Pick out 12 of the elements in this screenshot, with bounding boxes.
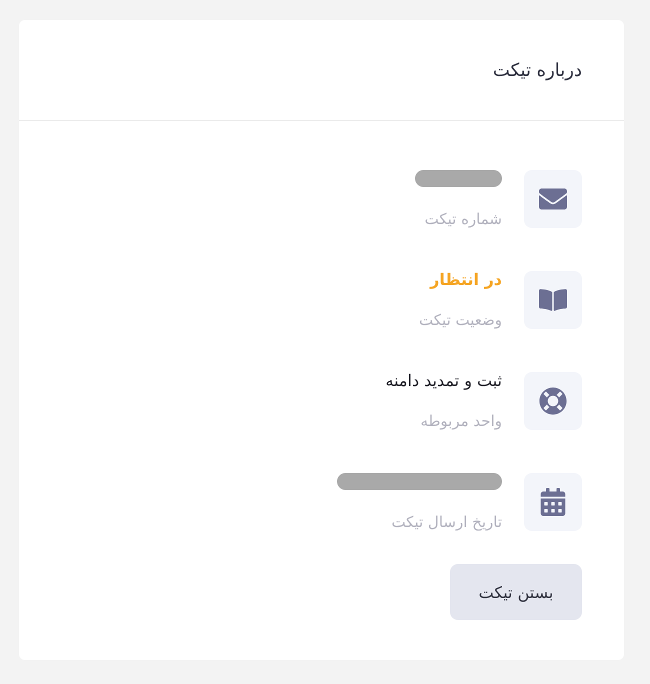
life-ring-icon	[524, 372, 582, 430]
card-title: درباره تیکت	[492, 60, 582, 80]
close-ticket-button[interactable]: بستن تیکت	[450, 564, 582, 620]
open-book-icon	[524, 271, 582, 329]
calendar-icon	[524, 473, 582, 531]
envelope-icon	[524, 170, 582, 228]
detail-label: شماره تیکت	[424, 209, 502, 230]
detail-label: واحد مربوطه	[420, 411, 502, 432]
detail-value: ثبت و تمدید دامنه	[386, 370, 502, 392]
detail-label: تاریخ ارسال تیکت	[391, 512, 502, 533]
detail-label: وضعیت تیکت	[419, 310, 502, 331]
status-value: در انتظار	[430, 269, 502, 291]
